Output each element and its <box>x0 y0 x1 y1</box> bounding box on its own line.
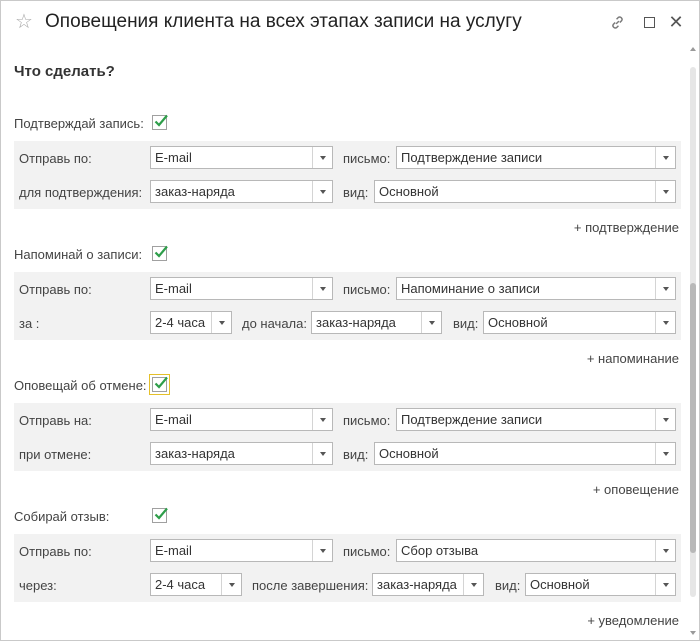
title-bar: ☆ Оповещения клиента на всех этапах запи… <box>1 1 699 43</box>
chevron-down-icon[interactable] <box>655 540 675 561</box>
confirm-letter-select[interactable]: Подтверждение записи <box>396 146 676 169</box>
remind-before-label: до начала: <box>242 316 307 331</box>
remind-letter-label: письмо: <box>343 282 391 297</box>
confirm-letter-label: письмо: <box>343 151 391 166</box>
add-confirmation-link[interactable]: + подтверждение <box>574 220 679 236</box>
confirm-panel: Отправь по: E-mail письмо: Подтверждение… <box>14 141 681 209</box>
cancel-label: Оповещай об отмене: <box>14 378 147 393</box>
cancel-channel-select[interactable]: E-mail <box>150 408 333 431</box>
cancel-kind-select[interactable]: Основной <box>374 442 676 465</box>
chevron-down-icon[interactable] <box>655 312 675 333</box>
feedback-checkbox[interactable] <box>152 507 168 523</box>
scroll-thumb[interactable] <box>690 283 696 553</box>
cancel-letter-label: письмо: <box>343 413 391 428</box>
confirm-checkbox[interactable] <box>152 114 168 130</box>
cancel-checkbox[interactable] <box>149 374 170 395</box>
chevron-down-icon[interactable] <box>421 312 441 333</box>
chevron-down-icon[interactable] <box>463 574 483 595</box>
add-reminder-link[interactable]: + напоминание <box>587 351 679 367</box>
cancel-on-label: при отмене: <box>19 447 92 462</box>
chevron-down-icon[interactable] <box>312 278 332 299</box>
feedback-letter-label: письмо: <box>343 544 391 559</box>
check-icon <box>154 245 168 258</box>
window-title: Оповещения клиента на всех этапах записи… <box>45 11 522 32</box>
confirm-for-label: для подтверждения: <box>19 185 143 200</box>
add-feedback-link[interactable]: + уведомление <box>587 613 679 629</box>
remind-panel: Отправь по: E-mail письмо: Напоминание о… <box>14 272 681 340</box>
form-content: Что сделать? Подтверждай запись: Отправь… <box>1 43 687 640</box>
feedback-after-label: через: <box>19 578 57 593</box>
vertical-scrollbar[interactable] <box>687 43 699 640</box>
chevron-down-icon[interactable] <box>655 278 675 299</box>
close-icon[interactable]: ✕ <box>665 11 687 33</box>
feedback-completion-label: после завершения: <box>252 578 369 593</box>
remind-letter-select[interactable]: Напоминание о записи <box>396 277 676 300</box>
chevron-down-icon[interactable] <box>312 181 332 202</box>
chevron-down-icon[interactable] <box>655 147 675 168</box>
check-icon <box>154 376 168 389</box>
chevron-down-icon[interactable] <box>655 409 675 430</box>
chevron-down-icon[interactable] <box>312 147 332 168</box>
chevron-down-icon[interactable] <box>221 574 241 595</box>
remind-period-select[interactable]: 2-4 часа <box>150 311 232 334</box>
star-icon[interactable]: ☆ <box>15 10 33 34</box>
chevron-down-icon[interactable] <box>655 181 675 202</box>
chevron-down-icon[interactable] <box>312 540 332 561</box>
confirm-label: Подтверждай запись: <box>14 116 144 131</box>
remind-for-label: за : <box>19 316 40 331</box>
remind-send-label: Отправь по: <box>19 282 92 297</box>
feedback-panel: Отправь по: E-mail письмо: Сбор отзыва ч… <box>14 534 681 602</box>
remind-doc-select[interactable]: заказ-наряда <box>311 311 442 334</box>
confirm-kind-label: вид: <box>343 185 369 200</box>
remind-kind-select[interactable]: Основной <box>483 311 676 334</box>
add-notification-link[interactable]: + оповещение <box>593 482 679 498</box>
feedback-kind-label: вид: <box>495 578 521 593</box>
feedback-period-select[interactable]: 2-4 часа <box>150 573 242 596</box>
chevron-down-icon[interactable] <box>655 574 675 595</box>
feedback-letter-select[interactable]: Сбор отзыва <box>396 539 676 562</box>
confirm-doc-select[interactable]: заказ-наряда <box>150 180 333 203</box>
remind-checkbox[interactable] <box>152 245 168 261</box>
cancel-kind-label: вид: <box>343 447 369 462</box>
chevron-down-icon[interactable] <box>312 443 332 464</box>
dialog-window: ☆ Оповещения клиента на всех этапах запи… <box>0 0 700 641</box>
remind-label: Напоминай о записи: <box>14 247 143 262</box>
feedback-doc-select[interactable]: заказ-наряда <box>372 573 484 596</box>
link-icon[interactable] <box>606 11 628 33</box>
confirm-send-label: Отправь по: <box>19 151 92 166</box>
scroll-up-icon[interactable] <box>690 47 696 51</box>
feedback-label: Собирай отзыв: <box>14 509 110 524</box>
feedback-kind-select[interactable]: Основной <box>525 573 676 596</box>
chevron-down-icon[interactable] <box>655 443 675 464</box>
section-heading: Что сделать? <box>14 63 115 80</box>
feedback-send-label: Отправь по: <box>19 544 92 559</box>
chevron-down-icon[interactable] <box>312 409 332 430</box>
chevron-down-icon[interactable] <box>211 312 231 333</box>
check-icon <box>154 114 168 127</box>
cancel-letter-select[interactable]: Подтверждение записи <box>396 408 676 431</box>
remind-kind-label: вид: <box>453 316 479 331</box>
cancel-doc-select[interactable]: заказ-наряда <box>150 442 333 465</box>
cancel-panel: Отправь на: E-mail письмо: Подтверждение… <box>14 403 681 471</box>
remind-channel-select[interactable]: E-mail <box>150 277 333 300</box>
check-icon <box>154 507 168 520</box>
cancel-send-label: Отправь на: <box>19 413 92 428</box>
feedback-channel-select[interactable]: E-mail <box>150 539 333 562</box>
scroll-down-icon[interactable] <box>690 631 696 635</box>
maximize-icon[interactable] <box>638 11 660 33</box>
confirm-kind-select[interactable]: Основной <box>374 180 676 203</box>
confirm-channel-select[interactable]: E-mail <box>150 146 333 169</box>
